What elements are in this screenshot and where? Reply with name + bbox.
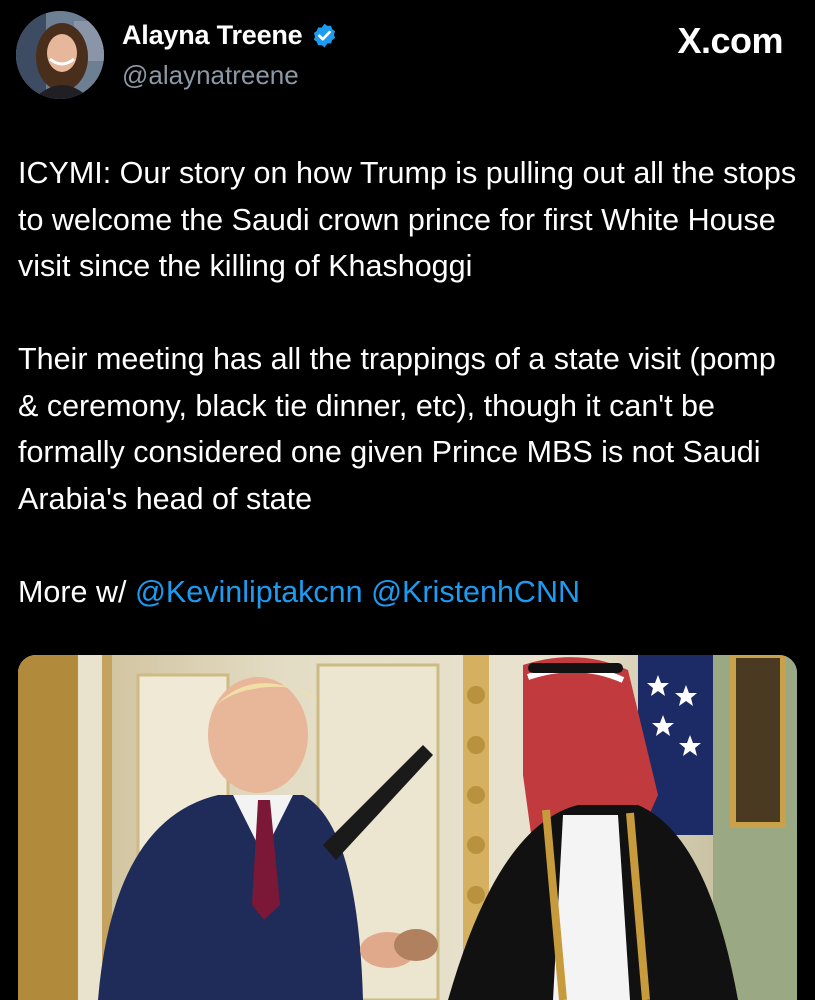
avatar-photo-icon xyxy=(16,11,104,99)
tweet-header: Alayna Treene @alaynatreene X.com xyxy=(0,0,815,120)
verified-badge-icon xyxy=(313,23,335,48)
handshake-photo-image xyxy=(18,655,797,1000)
tweet-paragraph-2: Their meeting has all the trappings of a… xyxy=(18,342,776,516)
tweet-media-photo[interactable] xyxy=(18,655,797,1000)
author-handle[interactable]: @alaynatreene xyxy=(122,60,299,91)
author-display-name[interactable]: Alayna Treene xyxy=(122,20,303,51)
tweet-paragraph-1: ICYMI: Our story on how Trump is pulling… xyxy=(18,156,797,283)
brand-logo-text: X.com xyxy=(677,20,783,61)
avatar[interactable] xyxy=(16,11,104,99)
name-row: Alayna Treene xyxy=(122,20,338,51)
tweet-more-line: More w/ @Kevinliptakcnn @KristenhCNN xyxy=(18,569,803,616)
more-prefix: More w/ xyxy=(18,574,127,609)
tweet-body: ICYMI: Our story on how Trump is pulling… xyxy=(18,150,803,615)
mention-link[interactable]: @Kevinliptakcnn xyxy=(135,575,363,609)
mention-link[interactable]: @KristenhCNN xyxy=(371,575,580,609)
